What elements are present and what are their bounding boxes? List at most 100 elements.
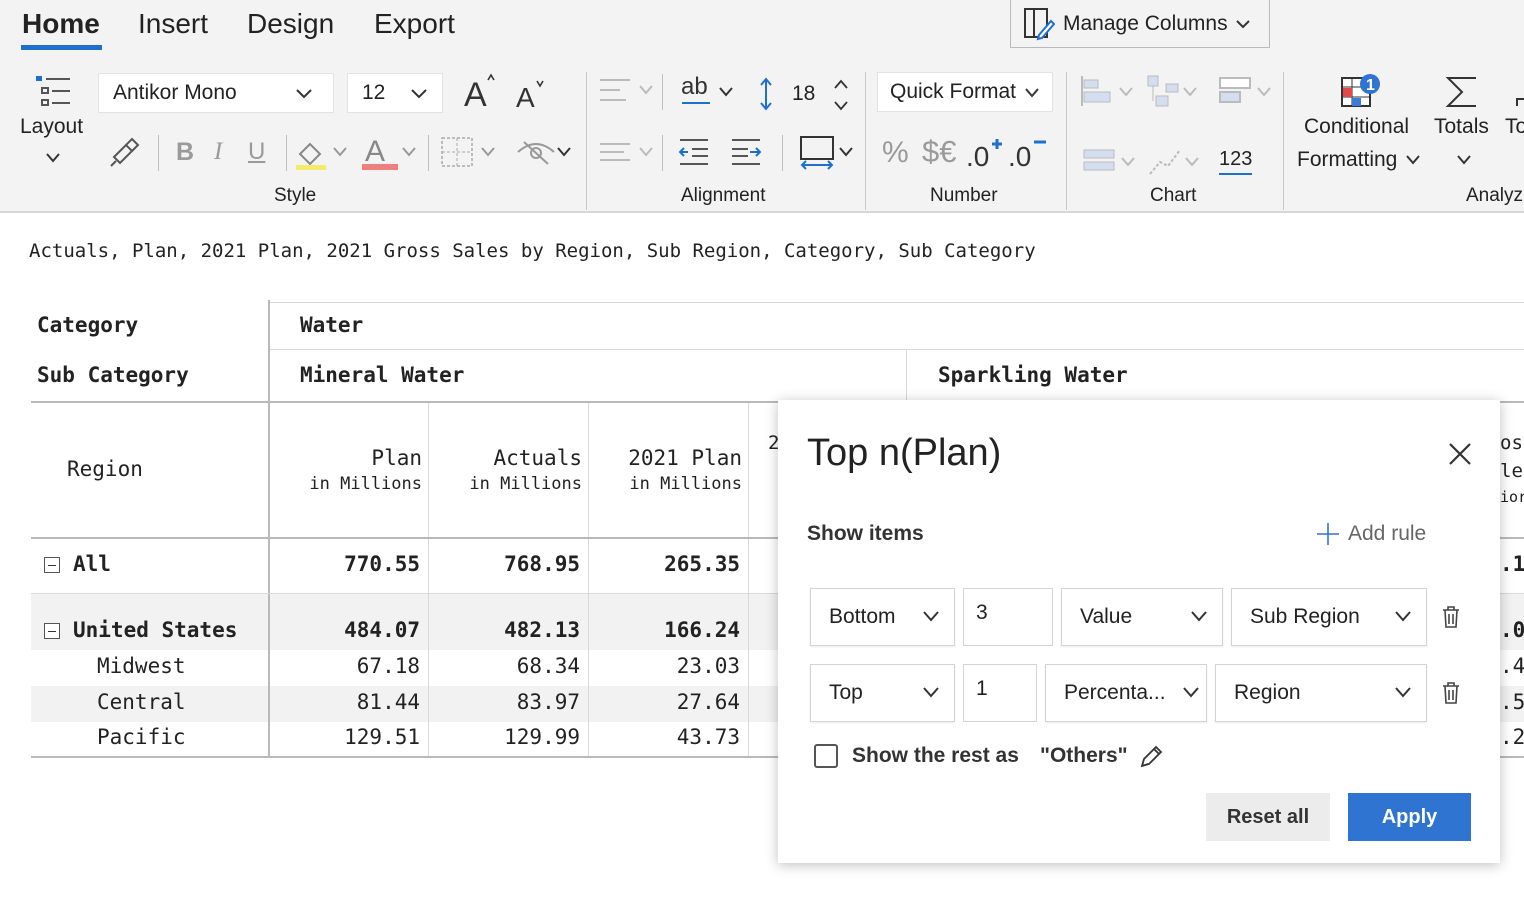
chart-number-button[interactable]: 123 bbox=[1219, 148, 1252, 171]
row-label-central[interactable]: Central bbox=[97, 690, 186, 714]
format-painter-icon[interactable] bbox=[108, 135, 142, 169]
category-value[interactable]: Water bbox=[300, 313, 363, 337]
chevron-down-icon[interactable] bbox=[638, 146, 654, 158]
percent-format-button[interactable]: % bbox=[882, 136, 909, 170]
decrease-indent-icon[interactable] bbox=[678, 136, 710, 168]
bold-icon[interactable]: B bbox=[176, 138, 194, 167]
line-chart-icon[interactable] bbox=[1148, 146, 1182, 176]
chevron-down-icon[interactable] bbox=[1118, 86, 1134, 98]
underline-icon[interactable]: U bbox=[248, 138, 265, 166]
collapse-all-icon[interactable] bbox=[44, 557, 60, 573]
rule2-direction-select[interactable]: Top bbox=[810, 664, 955, 722]
chevron-down-icon[interactable] bbox=[401, 146, 417, 158]
chevron-down-icon bbox=[411, 89, 427, 99]
conditional-formatting-icon[interactable]: 1 bbox=[1340, 72, 1384, 112]
sigma-icon[interactable] bbox=[1444, 74, 1480, 110]
reset-all-button[interactable]: Reset all bbox=[1206, 793, 1330, 841]
pencil-icon[interactable] bbox=[1138, 744, 1164, 770]
decrease-font-icon[interactable]: A bbox=[514, 76, 550, 112]
chevron-down-icon[interactable] bbox=[1256, 86, 1272, 98]
next-button-cutoff[interactable]: To bbox=[1505, 115, 1524, 139]
chevron-down-icon[interactable] bbox=[1456, 154, 1472, 166]
hierarchy-chart-icon[interactable] bbox=[1146, 74, 1180, 108]
rule1-dimension-select[interactable]: Sub Region bbox=[1231, 588, 1427, 646]
totals-label[interactable]: Totals bbox=[1434, 115, 1489, 139]
layout-icon[interactable] bbox=[34, 74, 72, 110]
chevron-down-icon[interactable] bbox=[45, 152, 61, 164]
tab-design[interactable]: Design bbox=[247, 8, 334, 40]
font-size-select[interactable]: 12 bbox=[347, 73, 443, 113]
font-color-icon[interactable]: A bbox=[362, 134, 398, 170]
rule2-measure-select[interactable]: Percenta... bbox=[1045, 664, 1207, 722]
apply-button[interactable]: Apply bbox=[1348, 793, 1471, 841]
font-family-select[interactable]: Antikor Mono bbox=[98, 73, 334, 113]
chevron-down-icon[interactable] bbox=[718, 86, 734, 98]
row-label-united-states[interactable]: United States bbox=[73, 618, 237, 642]
increase-font-icon[interactable]: A bbox=[462, 72, 498, 112]
layout-label[interactable]: Layout bbox=[20, 115, 83, 139]
row-height-stepper[interactable] bbox=[832, 78, 850, 112]
currency-format-button[interactable]: $€ bbox=[922, 134, 956, 170]
row-height-icon[interactable] bbox=[758, 76, 774, 112]
manage-columns-label: Manage Columns bbox=[1063, 11, 1228, 35]
chevron-down-icon[interactable] bbox=[1120, 156, 1136, 168]
trash-icon[interactable] bbox=[1441, 605, 1461, 629]
trash-icon[interactable] bbox=[1441, 681, 1461, 705]
collapse-united-states-icon[interactable] bbox=[44, 623, 60, 639]
show-rest-label: Show the rest as bbox=[852, 744, 1019, 767]
italic-icon[interactable]: I bbox=[214, 138, 222, 166]
row-label-all[interactable]: All bbox=[73, 552, 111, 576]
others-name-text[interactable]: "Others" bbox=[1040, 744, 1128, 768]
rule2-count-input[interactable]: 1 bbox=[963, 664, 1037, 722]
cell-pacific-peek: .29 bbox=[1500, 725, 1524, 749]
column-header-actuals[interactable]: Actuals bbox=[436, 446, 582, 470]
rule2-dimension-select[interactable]: Region bbox=[1215, 664, 1427, 722]
tab-insert[interactable]: Insert bbox=[138, 8, 208, 40]
add-rule-button[interactable]: Add rule bbox=[1316, 522, 1426, 546]
show-rest-checkbox[interactable] bbox=[814, 744, 838, 768]
border-box-icon[interactable] bbox=[798, 134, 836, 170]
align-left-2-icon[interactable] bbox=[598, 138, 632, 166]
chevron-down-icon[interactable] bbox=[1184, 156, 1200, 168]
tab-export[interactable]: Export bbox=[374, 8, 455, 40]
close-icon[interactable] bbox=[1446, 440, 1474, 468]
column-header-peek-right-2: le bbox=[1500, 460, 1523, 482]
rule1-count-input[interactable]: 3 bbox=[963, 588, 1053, 646]
chevron-down-icon[interactable] bbox=[1405, 154, 1421, 166]
increase-decimal-icon[interactable]: .0 bbox=[966, 132, 1006, 170]
increase-indent-icon[interactable] bbox=[730, 136, 762, 168]
bar-chart-icon[interactable] bbox=[1080, 74, 1114, 108]
chevron-down-icon[interactable] bbox=[480, 146, 496, 158]
row-label-midwest[interactable]: Midwest bbox=[97, 654, 186, 678]
tab-home[interactable]: Home bbox=[22, 8, 100, 40]
add-rule-label: Add rule bbox=[1348, 522, 1427, 545]
decrease-decimal-icon[interactable]: .0 bbox=[1008, 132, 1048, 170]
row-label-pacific[interactable]: Pacific bbox=[97, 725, 186, 749]
column-header-plan[interactable]: Plan bbox=[276, 446, 422, 470]
cell-all-actuals: 768.95 bbox=[504, 552, 580, 576]
chevron-down-icon[interactable] bbox=[556, 146, 572, 158]
chevron-down-icon[interactable] bbox=[1182, 86, 1198, 98]
subcategory-sparkling-water[interactable]: Sparkling Water bbox=[938, 363, 1128, 387]
rule1-direction-select[interactable]: Bottom bbox=[810, 588, 955, 646]
conditional-label-line2[interactable]: Formatting bbox=[1297, 148, 1397, 172]
fill-color-icon[interactable] bbox=[294, 136, 328, 170]
conditional-label-line1[interactable]: Conditional bbox=[1304, 115, 1409, 139]
chevron-down-icon[interactable] bbox=[332, 146, 348, 158]
chevron-down-icon[interactable] bbox=[838, 146, 854, 158]
chevron-down-icon bbox=[923, 611, 939, 622]
chevron-down-icon[interactable] bbox=[638, 84, 654, 96]
subcategory-mineral-water[interactable]: Mineral Water bbox=[300, 363, 464, 387]
variance-chart-icon[interactable] bbox=[1218, 74, 1252, 108]
manage-columns-button[interactable]: Manage Columns bbox=[1010, 0, 1270, 48]
align-left-icon[interactable] bbox=[598, 76, 632, 106]
column-header-2021-plan[interactable]: 2021 Plan bbox=[596, 446, 742, 470]
quick-format-select[interactable]: Quick Format bbox=[877, 72, 1053, 112]
rule1-measure-select[interactable]: Value bbox=[1061, 588, 1223, 646]
conditional-badge: 1 bbox=[1366, 77, 1375, 94]
row-height-value[interactable]: 18 bbox=[792, 82, 815, 106]
borders-icon[interactable] bbox=[440, 136, 474, 168]
visibility-icon[interactable] bbox=[516, 138, 556, 166]
wrap-text-icon[interactable]: ab bbox=[680, 72, 712, 108]
column-chart-icon[interactable] bbox=[1082, 148, 1116, 174]
